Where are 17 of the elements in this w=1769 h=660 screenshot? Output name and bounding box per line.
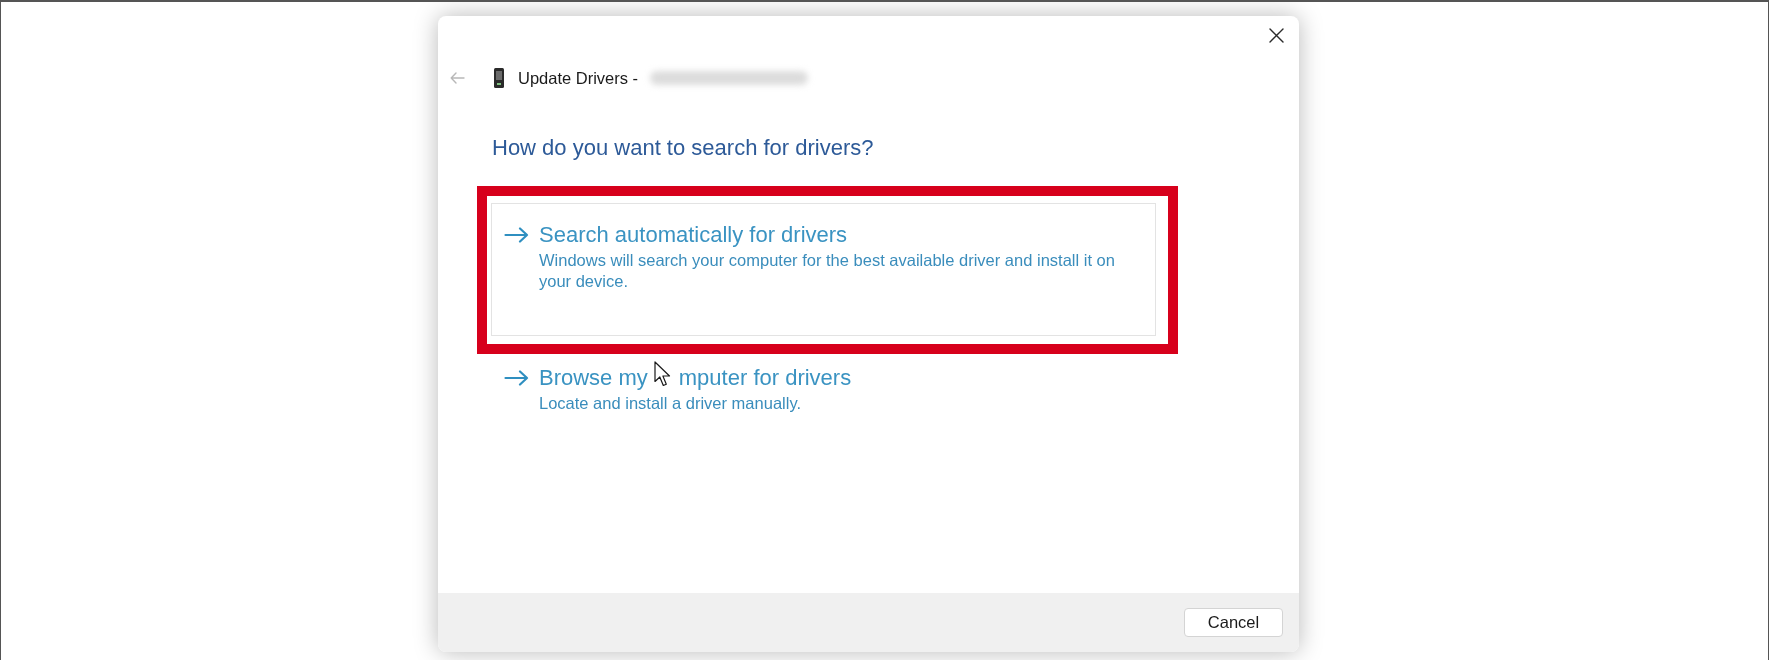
close-button[interactable] (1269, 28, 1284, 43)
option-button[interactable]: Search automatically for drivers Windows will search your computer for the best available driver and install it on your device. (491, 203, 1156, 336)
option-title: mputer for drivers (678, 365, 852, 391)
dialog-heading: How do you want to search for drivers? (492, 135, 874, 161)
dialog-title: Update Drivers - (518, 68, 639, 88)
back-arrow-icon (450, 72, 465, 84)
mouse-pointer-icon (654, 361, 671, 387)
arrow-right-icon (504, 370, 529, 386)
option-description: Locate and install a driver manually. (539, 393, 802, 414)
arrow-right-icon (504, 227, 529, 243)
device-icon (494, 68, 504, 88)
option-button[interactable]: Browse my mputer for drivers Locate and install a driver manually. (504, 365, 852, 414)
cancel-button[interactable]: Cancel (1184, 608, 1283, 637)
option-title: Search automatically for drivers (539, 222, 848, 248)
close-icon (1269, 28, 1284, 43)
option-description: Windows will search your computer for the best available driver and install it on your device. (539, 250, 1116, 292)
option-title: Browse my (539, 365, 648, 391)
